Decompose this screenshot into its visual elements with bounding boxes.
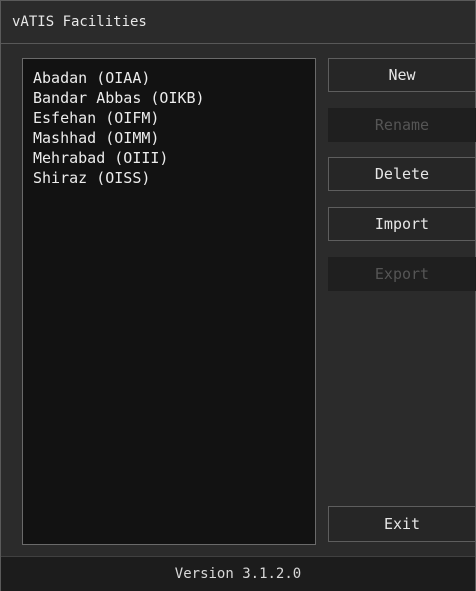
exit-button[interactable]: Exit — [328, 506, 476, 542]
export-button: Export — [328, 257, 476, 291]
list-item-mashhad[interactable]: Mashhad (OIMM) — [23, 128, 315, 148]
new-button[interactable]: New — [328, 58, 476, 92]
list-item-bandar-abbas[interactable]: Bandar Abbas (OIKB) — [23, 88, 315, 108]
status-bar: Version 3.1.2.0 — [1, 556, 475, 591]
version-label: Version 3.1.2.0 — [174, 566, 302, 582]
list-item-abadan[interactable]: Abadan (OIAA) — [23, 68, 315, 88]
import-button[interactable]: Import — [328, 207, 476, 241]
list-item-shiraz[interactable]: Shiraz (OISS) — [23, 168, 315, 188]
facilities-list[interactable]: Abadan (OIAA) Bandar Abbas (OIKB) Esfeha… — [22, 58, 316, 545]
title-bar[interactable]: vATIS Facilities — [1, 1, 475, 44]
list-item-mehrabad[interactable]: Mehrabad (OIII) — [23, 148, 315, 168]
window-title: vATIS Facilities — [12, 14, 147, 30]
list-item-esfehan[interactable]: Esfehan (OIFM) — [23, 108, 315, 128]
delete-button[interactable]: Delete — [328, 157, 476, 191]
facilities-window: vATIS Facilities Abadan (OIAA) Bandar Ab… — [0, 0, 476, 591]
rename-button: Rename — [328, 108, 476, 142]
